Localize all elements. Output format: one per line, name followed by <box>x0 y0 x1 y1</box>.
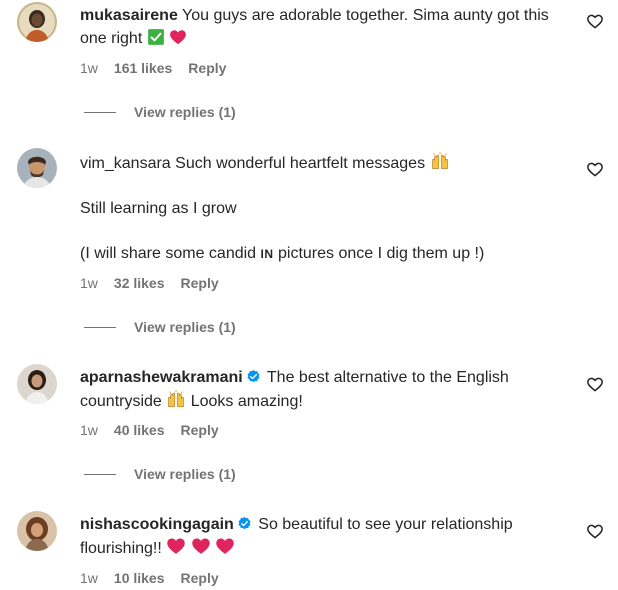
likes-count[interactable]: 10 likes <box>114 570 165 586</box>
likes-count[interactable]: 161 likes <box>114 60 172 76</box>
avatar[interactable] <box>17 364 57 404</box>
comment-text: mukasairene You guys are adorable togeth… <box>80 4 568 50</box>
comment-meta: 1w 40 likes Reply <box>80 422 219 438</box>
like-heart-icon[interactable] <box>586 375 604 393</box>
username[interactable]: vim_kansara <box>80 155 171 172</box>
divider <box>84 111 116 113</box>
comment-body: The best alternative to the English <box>266 369 509 386</box>
view-replies-label: View replies (1) <box>134 466 236 482</box>
likes-count[interactable]: 32 likes <box>114 275 165 291</box>
raising-hands-emoji-icon <box>166 389 186 409</box>
avatar[interactable] <box>17 148 57 188</box>
avatar[interactable] <box>17 2 57 42</box>
comment-text: nishascookingagain So beautiful to see y… <box>80 516 513 557</box>
timestamp[interactable]: 1w <box>80 570 98 586</box>
view-replies-button[interactable]: View replies (1) <box>84 104 236 120</box>
comment-text: aparnashewakramani The best alternative … <box>80 369 509 410</box>
timestamp[interactable]: 1w <box>80 422 98 438</box>
verified-badge-icon <box>237 516 252 531</box>
view-replies-label: View replies (1) <box>134 104 236 120</box>
like-heart-icon[interactable] <box>586 12 604 30</box>
divider <box>84 326 116 328</box>
comment-paragraph: Still learning as I grow <box>80 200 237 217</box>
red-heart-emoji-icon <box>166 536 186 556</box>
username[interactable]: nishascookingagain <box>80 516 234 533</box>
reply-button[interactable]: Reply <box>188 60 226 76</box>
view-replies-label: View replies (1) <box>134 319 236 335</box>
comment-meta: 1w 32 likes Reply <box>80 275 219 291</box>
timestamp[interactable]: 1w <box>80 275 98 291</box>
like-heart-icon[interactable] <box>586 160 604 178</box>
red-heart-emoji-icon <box>169 28 187 46</box>
red-heart-emoji-icon <box>215 536 235 556</box>
comment-paragraph: (I will share some candid IN pictures on… <box>80 245 485 262</box>
reply-button[interactable]: Reply <box>181 570 219 586</box>
avatar[interactable] <box>17 511 57 551</box>
username[interactable]: mukasairene <box>80 7 178 24</box>
raising-hands-emoji-icon <box>430 151 450 171</box>
view-replies-button[interactable]: View replies (1) <box>84 466 236 482</box>
red-heart-emoji-icon <box>191 536 211 556</box>
view-replies-button[interactable]: View replies (1) <box>84 319 236 335</box>
timestamp[interactable]: 1w <box>80 60 98 76</box>
reply-button[interactable]: Reply <box>181 275 219 291</box>
divider <box>84 473 116 475</box>
comment-meta: 1w 161 likes Reply <box>80 60 226 76</box>
reply-button[interactable]: Reply <box>181 422 219 438</box>
comment-meta: 1w 10 likes Reply <box>80 570 219 586</box>
in-glyph: IN <box>260 247 274 261</box>
comment-text: vim_kansara Such wonderful heartfelt mes… <box>80 151 568 266</box>
verified-badge-icon <box>246 369 261 384</box>
comment-body: Such wonderful heartfelt messages <box>175 155 426 172</box>
comment-body: So beautiful to see your relationship <box>258 516 513 533</box>
username[interactable]: aparnashewakramani <box>80 369 243 386</box>
likes-count[interactable]: 40 likes <box>114 422 165 438</box>
like-heart-icon[interactable] <box>586 522 604 540</box>
check-mark-emoji-icon <box>147 28 165 46</box>
